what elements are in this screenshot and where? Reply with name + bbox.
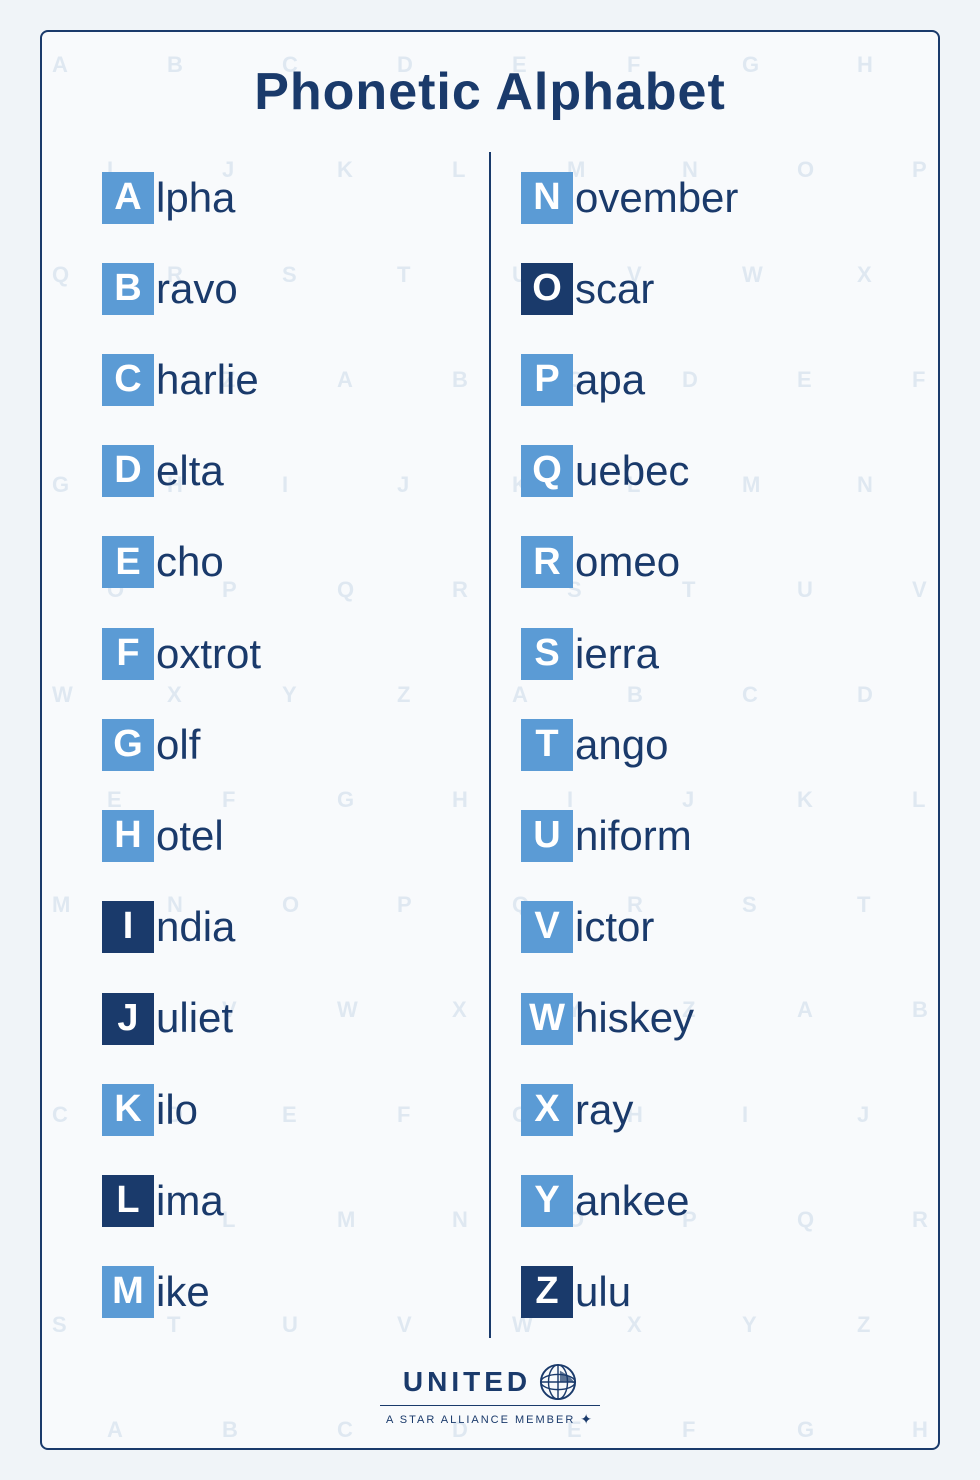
letter-box: Y <box>521 1175 573 1227</box>
letter-box: P <box>521 354 573 406</box>
word-rest: elta <box>156 448 224 494</box>
letter-box: T <box>521 719 573 771</box>
word-rest: uebec <box>575 448 689 494</box>
letter-box: C <box>102 354 154 406</box>
list-item: Quebec <box>521 445 878 497</box>
letter-box: N <box>521 172 573 224</box>
main-card: // Generate watermark positions const wD… <box>40 30 940 1450</box>
list-item: Tango <box>521 719 878 771</box>
list-item: Charlie <box>102 354 459 406</box>
brand-name: UNITED <box>403 1366 531 1398</box>
letter-box: A <box>102 172 154 224</box>
left-column: AlphaBravoCharlieDeltaEchoFoxtrotGolfHot… <box>82 152 491 1338</box>
word-rest: niform <box>575 813 692 859</box>
word-rest: ankee <box>575 1178 689 1224</box>
list-item: Foxtrot <box>102 628 459 680</box>
word-rest: harlie <box>156 357 259 403</box>
word-rest: ndia <box>156 904 235 950</box>
list-item: November <box>521 172 878 224</box>
letter-box: K <box>102 1084 154 1136</box>
word-rest: cho <box>156 539 224 585</box>
word-rest: scar <box>575 266 654 312</box>
list-item: Romeo <box>521 536 878 588</box>
word-rest: otel <box>156 813 224 859</box>
letter-box: X <box>521 1084 573 1136</box>
letter-box: R <box>521 536 573 588</box>
word-rest: ima <box>156 1178 224 1224</box>
star-alliance-text: A STAR ALLIANCE MEMBER ✦ <box>380 1405 600 1428</box>
list-item: Yankee <box>521 1175 878 1227</box>
list-item: Sierra <box>521 628 878 680</box>
list-item: Xray <box>521 1084 878 1136</box>
list-item: Juliet <box>102 993 459 1045</box>
word-rest: oxtrot <box>156 631 261 677</box>
word-rest: ike <box>156 1269 210 1315</box>
letter-box: H <box>102 810 154 862</box>
word-rest: lpha <box>156 175 235 221</box>
word-rest: ierra <box>575 631 659 677</box>
list-item: Uniform <box>521 810 878 862</box>
word-rest: omeo <box>575 539 680 585</box>
globe-icon <box>539 1363 577 1401</box>
letter-box: D <box>102 445 154 497</box>
letter-box: B <box>102 263 154 315</box>
letter-box: F <box>102 628 154 680</box>
page-title: Phonetic Alphabet <box>254 62 726 122</box>
list-item: Oscar <box>521 263 878 315</box>
letter-box: Q <box>521 445 573 497</box>
word-rest: apa <box>575 357 645 403</box>
letter-box: Z <box>521 1266 573 1318</box>
tagline: A STAR ALLIANCE MEMBER <box>386 1414 575 1426</box>
list-item: Papa <box>521 354 878 406</box>
footer: UNITED A STAR ALLIANCE MEMBER ✦ <box>380 1353 600 1428</box>
letter-box: W <box>521 993 573 1045</box>
word-rest: uliet <box>156 995 233 1041</box>
list-item: Golf <box>102 719 459 771</box>
word-rest: ulu <box>575 1269 631 1315</box>
word-rest: ravo <box>156 266 238 312</box>
word-rest: ilo <box>156 1087 198 1133</box>
word-rest: ictor <box>575 904 654 950</box>
list-item: Mike <box>102 1266 459 1318</box>
word-rest: hiskey <box>575 995 694 1041</box>
list-item: Kilo <box>102 1084 459 1136</box>
list-item: India <box>102 901 459 953</box>
list-item: Zulu <box>521 1266 878 1318</box>
letter-box: S <box>521 628 573 680</box>
word-rest: ray <box>575 1087 633 1133</box>
letter-box: U <box>521 810 573 862</box>
letter-box: J <box>102 993 154 1045</box>
letter-box: L <box>102 1175 154 1227</box>
letter-box: M <box>102 1266 154 1318</box>
list-item: Alpha <box>102 172 459 224</box>
list-item: Echo <box>102 536 459 588</box>
list-item: Delta <box>102 445 459 497</box>
alphabet-grid: AlphaBravoCharlieDeltaEchoFoxtrotGolfHot… <box>82 152 898 1338</box>
right-column: NovemberOscarPapaQuebecRomeoSierraTangoU… <box>491 152 898 1338</box>
letter-box: O <box>521 263 573 315</box>
list-item: Bravo <box>102 263 459 315</box>
united-logo: UNITED <box>403 1363 577 1401</box>
letter-box: I <box>102 901 154 953</box>
word-rest: ango <box>575 722 668 768</box>
word-rest: ovember <box>575 175 738 221</box>
list-item: Whiskey <box>521 993 878 1045</box>
letter-box: V <box>521 901 573 953</box>
letter-box: G <box>102 719 154 771</box>
list-item: Victor <box>521 901 878 953</box>
list-item: Lima <box>102 1175 459 1227</box>
list-item: Hotel <box>102 810 459 862</box>
word-rest: olf <box>156 722 200 768</box>
letter-box: E <box>102 536 154 588</box>
star-icon: ✦ <box>580 1411 594 1428</box>
